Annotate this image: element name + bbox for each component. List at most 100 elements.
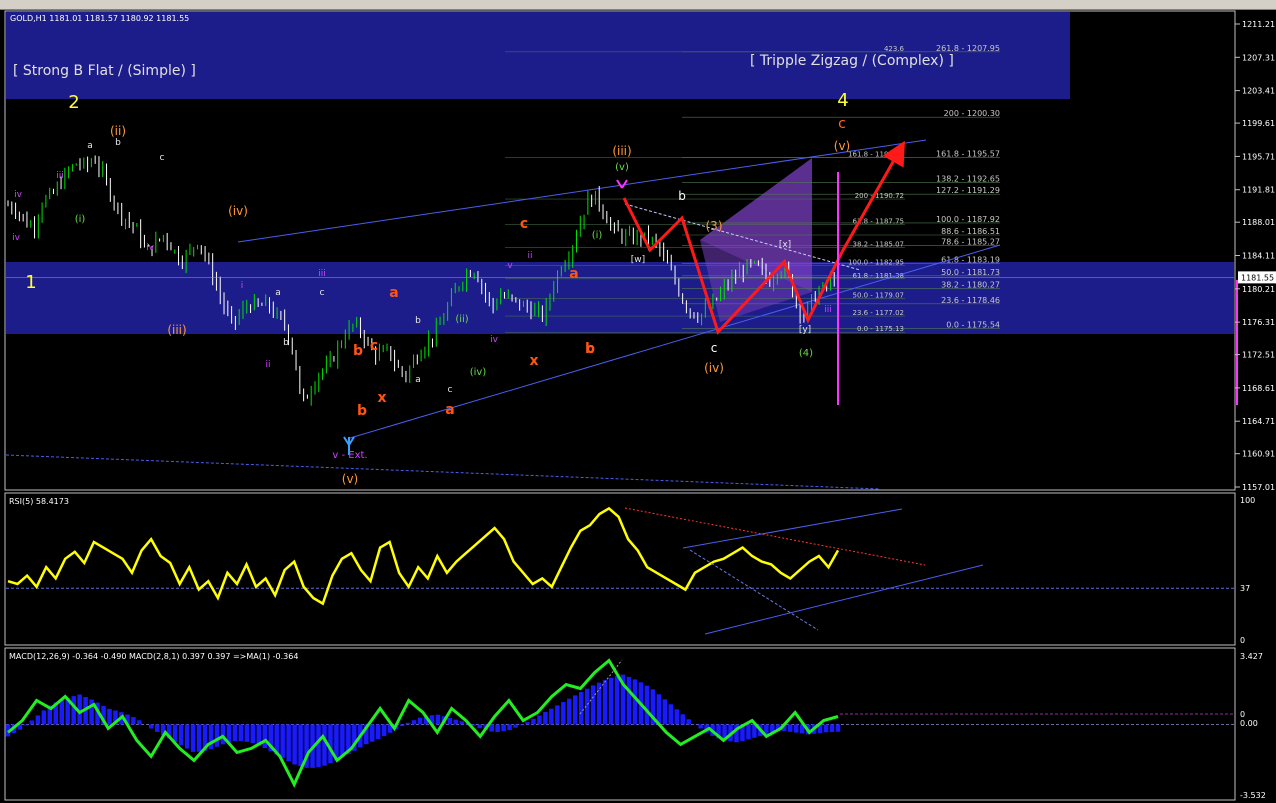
wave-green: (i) <box>75 214 86 225</box>
price-tick-label: 1211.21 <box>1242 20 1275 29</box>
magenta-arrow-down <box>616 179 628 189</box>
wave-v-low: (v) <box>342 472 358 486</box>
wave-white: a <box>275 288 281 298</box>
wave-c-low: c <box>711 341 718 355</box>
fib-label-small: 423.6 <box>884 45 905 53</box>
price-tick-label: 1176.31 <box>1242 318 1275 327</box>
wave-b-top: b <box>678 189 686 203</box>
fib-label-small: 23.6 - 1177.02 <box>852 309 904 317</box>
symbol-header: GOLD,H1 1181.01 1181.57 1180.92 1181.55 <box>10 14 189 23</box>
fib-label: 78.6 - 1185.27 <box>941 238 1000 247</box>
wave-green: (4) <box>799 348 813 359</box>
rsi-header: RSI(5) 58.4173 <box>9 497 69 506</box>
fib-label-small: 50.0 - 1179.07 <box>852 292 904 300</box>
macd-panel-frame <box>4 647 1236 801</box>
channel-upper <box>237 139 927 243</box>
wave-white: [y] <box>799 325 811 335</box>
rsi-trend-red <box>624 507 926 566</box>
rsi-channel-lower <box>704 564 984 635</box>
wave-iv: (iv) <box>228 204 248 218</box>
rsi-tick-label: 37 <box>1240 584 1250 593</box>
wave-c-top: c <box>838 116 846 132</box>
wave-white: b <box>415 316 421 326</box>
fib-label: 100.0 - 1187.92 <box>936 215 1000 224</box>
wave-red: c <box>586 341 594 357</box>
wave-green: (iv) <box>470 367 487 378</box>
wave-3: (3) <box>706 219 723 233</box>
price-tick-label: 1168.61 <box>1242 384 1275 393</box>
wave-purple: i <box>241 281 244 291</box>
wave-red: a <box>389 285 398 301</box>
wave-red: b <box>357 403 367 419</box>
wave-green: (v) <box>615 162 629 173</box>
rsi-channel-upper <box>682 508 903 549</box>
zone-middle <box>6 262 1234 334</box>
wave-purple: v <box>507 261 513 271</box>
wave-purple: iii <box>56 171 64 181</box>
chart-window: 261.8 - 1207.95 200 - 1200.30 161.8 - 1195… <box>0 0 1276 803</box>
macd-tick-label: -3.532 <box>1240 791 1266 800</box>
fib-label: 261.8 - 1207.95 <box>936 44 1000 53</box>
wave-2: 2 <box>68 92 79 113</box>
price-tick-label: 1164.71 <box>1242 417 1275 426</box>
wave-white: b <box>115 138 121 148</box>
wave-red: c <box>370 338 378 354</box>
wave-red: x <box>529 353 538 369</box>
fib-label: 138.2 - 1192.65 <box>936 175 1000 184</box>
wave-red: b <box>353 343 363 359</box>
price-tick-label: 1157.01 <box>1242 483 1275 492</box>
price-tick-label: 1203.41 <box>1242 87 1275 96</box>
wave-white: c <box>160 153 165 163</box>
fib-label: 0.0 - 1175.54 <box>946 321 1000 330</box>
wave-white: c <box>448 385 453 395</box>
price-tick-label: 1188.01 <box>1242 218 1275 227</box>
wave-purple: iii <box>824 305 832 315</box>
price-tick-label: 1180.21 <box>1242 285 1275 294</box>
fib-label: 23.6 - 1178.46 <box>941 296 1000 305</box>
fib-label: 127.2 - 1191.29 <box>936 186 1000 195</box>
macd-tick-label: 0 <box>1240 710 1245 719</box>
price-tick-label: 1184.11 <box>1242 252 1275 261</box>
wave-ii: (ii) <box>110 124 126 138</box>
wave-purple: iv <box>146 243 155 253</box>
fib-label: 161.8 - 1195.57 <box>936 150 1000 159</box>
pattern-label-left: [ Strong B Flat / (Simple) ] <box>13 63 196 79</box>
wave-red: a <box>445 402 454 418</box>
wave-iii: (iii) <box>167 323 186 337</box>
price-tick-label: 1160.91 <box>1242 450 1275 459</box>
chart-canvas[interactable]: 261.8 - 1207.95 200 - 1200.30 161.8 - 1195… <box>0 0 1276 803</box>
wave-red: x <box>377 390 386 406</box>
macd-header: MACD(12,26,9) -0.364 -0.490 MACD(2,8,1) … <box>9 652 298 661</box>
wave-red: a <box>569 266 578 282</box>
price-tick-label: 1172.51 <box>1242 351 1275 360</box>
macd-tick-label: 3.427 <box>1240 652 1263 661</box>
rsi-panel: 100 37 0 <box>6 496 1255 645</box>
wave-white: [w] <box>631 255 645 265</box>
fib-label-small: 100.0 - 1182.95 <box>848 258 904 266</box>
wave-purple: iv <box>490 335 499 345</box>
wave-purple: ii <box>265 360 270 370</box>
wave-4: 4 <box>837 90 848 111</box>
price-tick-label: 1207.31 <box>1242 53 1275 62</box>
wave-white: a <box>415 375 421 385</box>
wave-v-top: (v) <box>834 139 850 153</box>
wave-green: (i) <box>592 230 603 241</box>
wave-white: b <box>283 338 289 348</box>
fib-label: 50.0 - 1181.73 <box>941 268 1000 277</box>
rsi-trend-dotted <box>689 549 819 631</box>
fib-label-small: 0.0 - 1175.13 <box>857 325 904 333</box>
wave-purple: iv <box>14 190 23 200</box>
price-tick-label: 1199.61 <box>1242 119 1275 128</box>
wave-green: (ii) <box>455 314 468 325</box>
current-price-label: 1181.55 <box>1241 273 1274 282</box>
fib-label: 200 - 1200.30 <box>944 109 1000 118</box>
rsi-tick-label: 100 <box>1240 496 1255 505</box>
price-tick-label: 1195.71 <box>1242 152 1275 161</box>
wave-1: 1 <box>25 272 36 293</box>
wave-purple: ii <box>527 251 532 261</box>
wave-iv-2: (iv) <box>704 361 724 375</box>
wave-white: c <box>320 288 325 298</box>
macd-tick-label: 0.00 <box>1240 719 1258 728</box>
wave-iii-2: (iii) <box>612 144 631 158</box>
fib-label-small: 200 - 1190.72 <box>855 192 904 200</box>
